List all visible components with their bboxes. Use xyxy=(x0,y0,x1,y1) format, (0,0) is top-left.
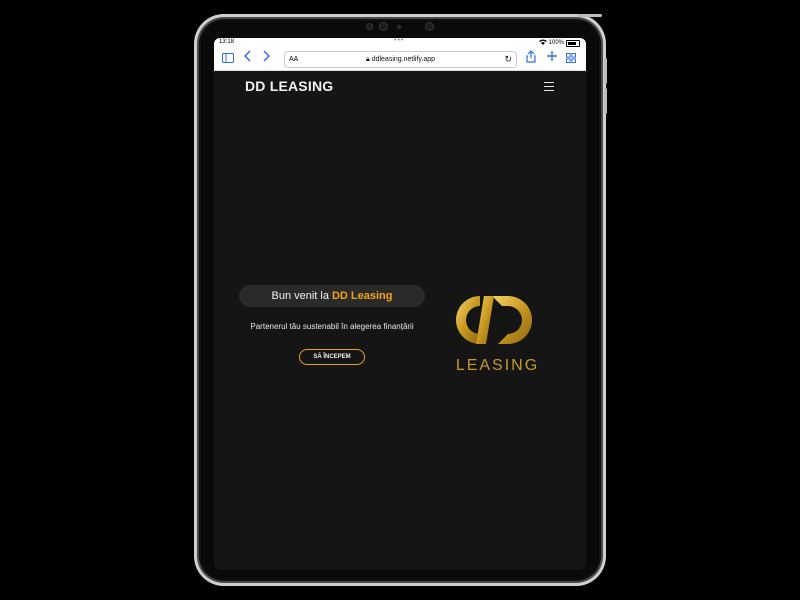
volume-button xyxy=(604,58,607,84)
status-right: 100% xyxy=(538,39,580,47)
lock-icon: 🔒︎ xyxy=(366,55,370,63)
dd-leasing-logo: LEASING xyxy=(450,286,545,401)
camera-icon xyxy=(366,23,373,30)
hamburger-menu-icon[interactable] xyxy=(544,82,554,94)
address-bar[interactable]: AA 🔒︎ ddleasing.netlify.app ↻ xyxy=(284,51,517,68)
reload-icon[interactable]: ↻ xyxy=(504,54,512,65)
dd-logo-mark-icon xyxy=(456,296,532,344)
battery-percent: 100% xyxy=(548,40,564,46)
volume-button xyxy=(604,88,607,114)
sidebar-icon[interactable] xyxy=(222,52,234,66)
web-page: DD LEASING Bun venit la DD Leasing Parte… xyxy=(214,71,586,569)
tabs-grid-icon[interactable] xyxy=(566,52,576,66)
back-icon[interactable] xyxy=(243,50,252,65)
share-icon[interactable] xyxy=(526,50,536,66)
multitask-dots-icon[interactable]: ••• xyxy=(394,38,404,44)
welcome-prefix: Bun venit la xyxy=(271,290,329,302)
camera-icon xyxy=(425,22,434,31)
status-time: 13:18 xyxy=(219,39,235,45)
url-text: 🔒︎ ddleasing.netlify.app xyxy=(285,56,516,64)
new-tab-icon[interactable] xyxy=(546,50,558,65)
url-value: ddleasing.netlify.app xyxy=(371,55,435,63)
site-title[interactable]: DD LEASING xyxy=(245,78,333,94)
welcome-banner: Bun venit la DD Leasing xyxy=(239,285,425,307)
battery-icon xyxy=(566,39,580,47)
hero-tagline: Partenerul tău sustenabil în alegerea fi… xyxy=(250,322,414,331)
forward-icon[interactable] xyxy=(262,50,271,65)
welcome-brand: DD Leasing xyxy=(331,290,393,302)
wifi-icon xyxy=(538,39,547,47)
device-screen: 13:18 ••• 100% AA 🔒︎ ddleasing.netlify.a… xyxy=(214,38,586,570)
status-bar: 13:18 ••• 100% xyxy=(214,38,586,48)
power-button xyxy=(578,14,602,17)
camera-icon xyxy=(379,22,388,31)
logo-text: LEASING xyxy=(455,357,540,374)
get-started-button[interactable]: SĂ ÎNCEPEM xyxy=(299,349,365,365)
reader-aa-button[interactable]: AA xyxy=(289,56,298,63)
browser-toolbar: AA 🔒︎ ddleasing.netlify.app ↻ xyxy=(214,48,586,71)
sensor-icon xyxy=(397,25,401,29)
